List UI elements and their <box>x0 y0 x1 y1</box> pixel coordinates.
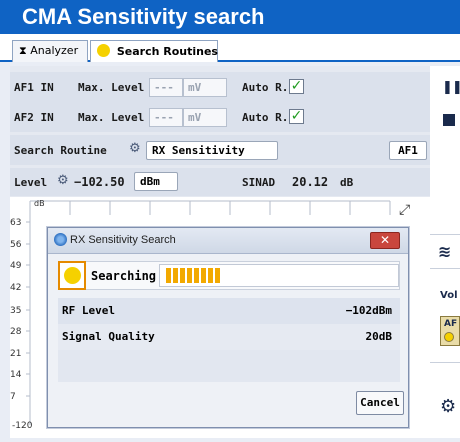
divider <box>430 234 460 235</box>
pause-icon[interactable]: ❚❚ <box>442 80 460 95</box>
stop-icon[interactable] <box>443 114 455 126</box>
y-tick: 49 <box>10 261 22 271</box>
level-row: Level ⚙ −102.50 dBm SINAD 20.12 dB <box>10 168 430 196</box>
af2-max-level-field[interactable]: --- <box>149 108 183 127</box>
dialog-title-bar: RX Sensitivity Search ✕ <box>48 228 408 254</box>
yellow-status-icon <box>444 332 454 342</box>
sinad-label: SINAD <box>242 176 276 189</box>
af1-auto-label: Auto R. <box>242 81 289 94</box>
af1-max-level-label: Max. Level <box>78 81 145 94</box>
search-routine-row: Search Routine ⚙ RX Sensitivity AF1 <box>10 135 430 165</box>
progress-fill <box>166 268 220 283</box>
af2-max-level-label: Max. Level <box>78 111 145 124</box>
y-tick: 35 <box>10 306 22 316</box>
level-value[interactable]: −102.50 <box>74 175 125 189</box>
af1-label: AF1 IN <box>14 81 54 94</box>
rf-level-value: −102dBm <box>345 304 392 317</box>
signal-quality-value: 20dB <box>365 330 393 343</box>
close-button[interactable]: ✕ <box>370 232 400 249</box>
progress-segment <box>215 268 220 283</box>
yellow-dot-icon <box>97 44 110 57</box>
y-tick: 14 <box>10 370 22 380</box>
progress-bar <box>159 264 399 287</box>
tab-bar: ⧗ Analyzer Search Routines <box>0 34 460 62</box>
sinad-unit: dB <box>340 176 354 189</box>
af2-auto-label: Auto R. <box>242 111 289 124</box>
tab-analyzer[interactable]: ⧗ Analyzer <box>12 40 88 62</box>
search-routine-label: Search Routine <box>14 144 107 157</box>
info-table: RF Level −102dBm Signal Quality 20dB <box>58 298 400 382</box>
vol-label: Vol <box>440 290 458 301</box>
progress-segment <box>180 268 185 283</box>
hourglass-icon: ⧗ <box>19 44 27 57</box>
table-row: Signal Quality 20dB <box>58 324 400 350</box>
progress-segment <box>208 268 213 283</box>
y-tick: 42 <box>10 283 22 293</box>
table-row: RF Level −102dBm <box>58 298 400 324</box>
af-generator-button[interactable]: AF <box>440 316 460 346</box>
dialog-title: RX Sensitivity Search <box>70 234 176 246</box>
y-tick: 63 <box>10 218 22 228</box>
dialog-app-icon <box>54 233 67 246</box>
tab-search-routines[interactable]: Search Routines <box>90 40 218 62</box>
tab-analyzer-label: Analyzer <box>30 44 79 57</box>
progress-segment <box>201 268 206 283</box>
app-title: CMA Sensitivity search <box>22 4 265 29</box>
signal-quality-label: Signal Quality <box>62 330 155 343</box>
x-tick: -120 <box>12 421 33 431</box>
af2-label: AF2 IN <box>14 111 54 124</box>
progress-segment <box>187 268 192 283</box>
af1-max-level-field[interactable]: --- <box>149 78 183 97</box>
af1-unit-field[interactable]: mV <box>183 78 227 97</box>
cancel-button[interactable]: Cancel <box>356 391 404 415</box>
level-unit-field[interactable]: dBm <box>134 172 178 191</box>
af1-button[interactable]: AF1 <box>389 141 427 160</box>
af1-row: AF1 IN Max. Level --- mV Auto R. ✓ <box>10 72 430 102</box>
af2-auto-checkbox[interactable]: ✓ <box>289 109 304 124</box>
progress-segment <box>173 268 178 283</box>
searching-indicator <box>58 261 86 290</box>
y-tick: 28 <box>10 327 22 337</box>
title-bar: CMA Sensitivity search <box>0 0 460 34</box>
progress-segment <box>166 268 171 283</box>
tab-search-routines-label: Search Routines <box>116 45 218 58</box>
y-tick: 56 <box>10 240 22 250</box>
af2-row: AF2 IN Max. Level --- mV Auto R. ✓ <box>10 102 430 132</box>
chart-unit-label: dB <box>34 199 45 208</box>
rx-sensitivity-dialog: RX Sensitivity Search ✕ Searching RF Lev… <box>47 227 409 428</box>
rf-level-label: RF Level <box>62 304 115 317</box>
af2-unit-field[interactable]: mV <box>183 108 227 127</box>
expand-icon[interactable]: ⤢ <box>399 202 410 218</box>
sinad-value: 20.12 <box>292 175 329 189</box>
signal-wave-icon[interactable]: ≋ <box>438 242 451 261</box>
level-label: Level <box>14 176 48 189</box>
search-routine-select[interactable]: RX Sensitivity <box>146 141 278 160</box>
yellow-dot-icon <box>64 267 81 284</box>
y-tick: 7 <box>10 392 16 402</box>
right-sidebar: ❚❚ ≋ Vol AF ⚙ <box>430 66 460 438</box>
af1-auto-checkbox[interactable]: ✓ <box>289 79 304 94</box>
progress-segment <box>194 268 199 283</box>
level-gear-icon[interactable]: ⚙ <box>57 173 69 188</box>
divider <box>430 362 460 363</box>
gear-icon[interactable]: ⚙ <box>129 141 141 156</box>
y-tick: 21 <box>10 349 22 359</box>
divider <box>430 268 460 269</box>
status-label: Searching <box>91 269 157 283</box>
af-label: AF <box>444 319 458 329</box>
settings-gear-icon[interactable]: ⚙ <box>440 396 456 417</box>
